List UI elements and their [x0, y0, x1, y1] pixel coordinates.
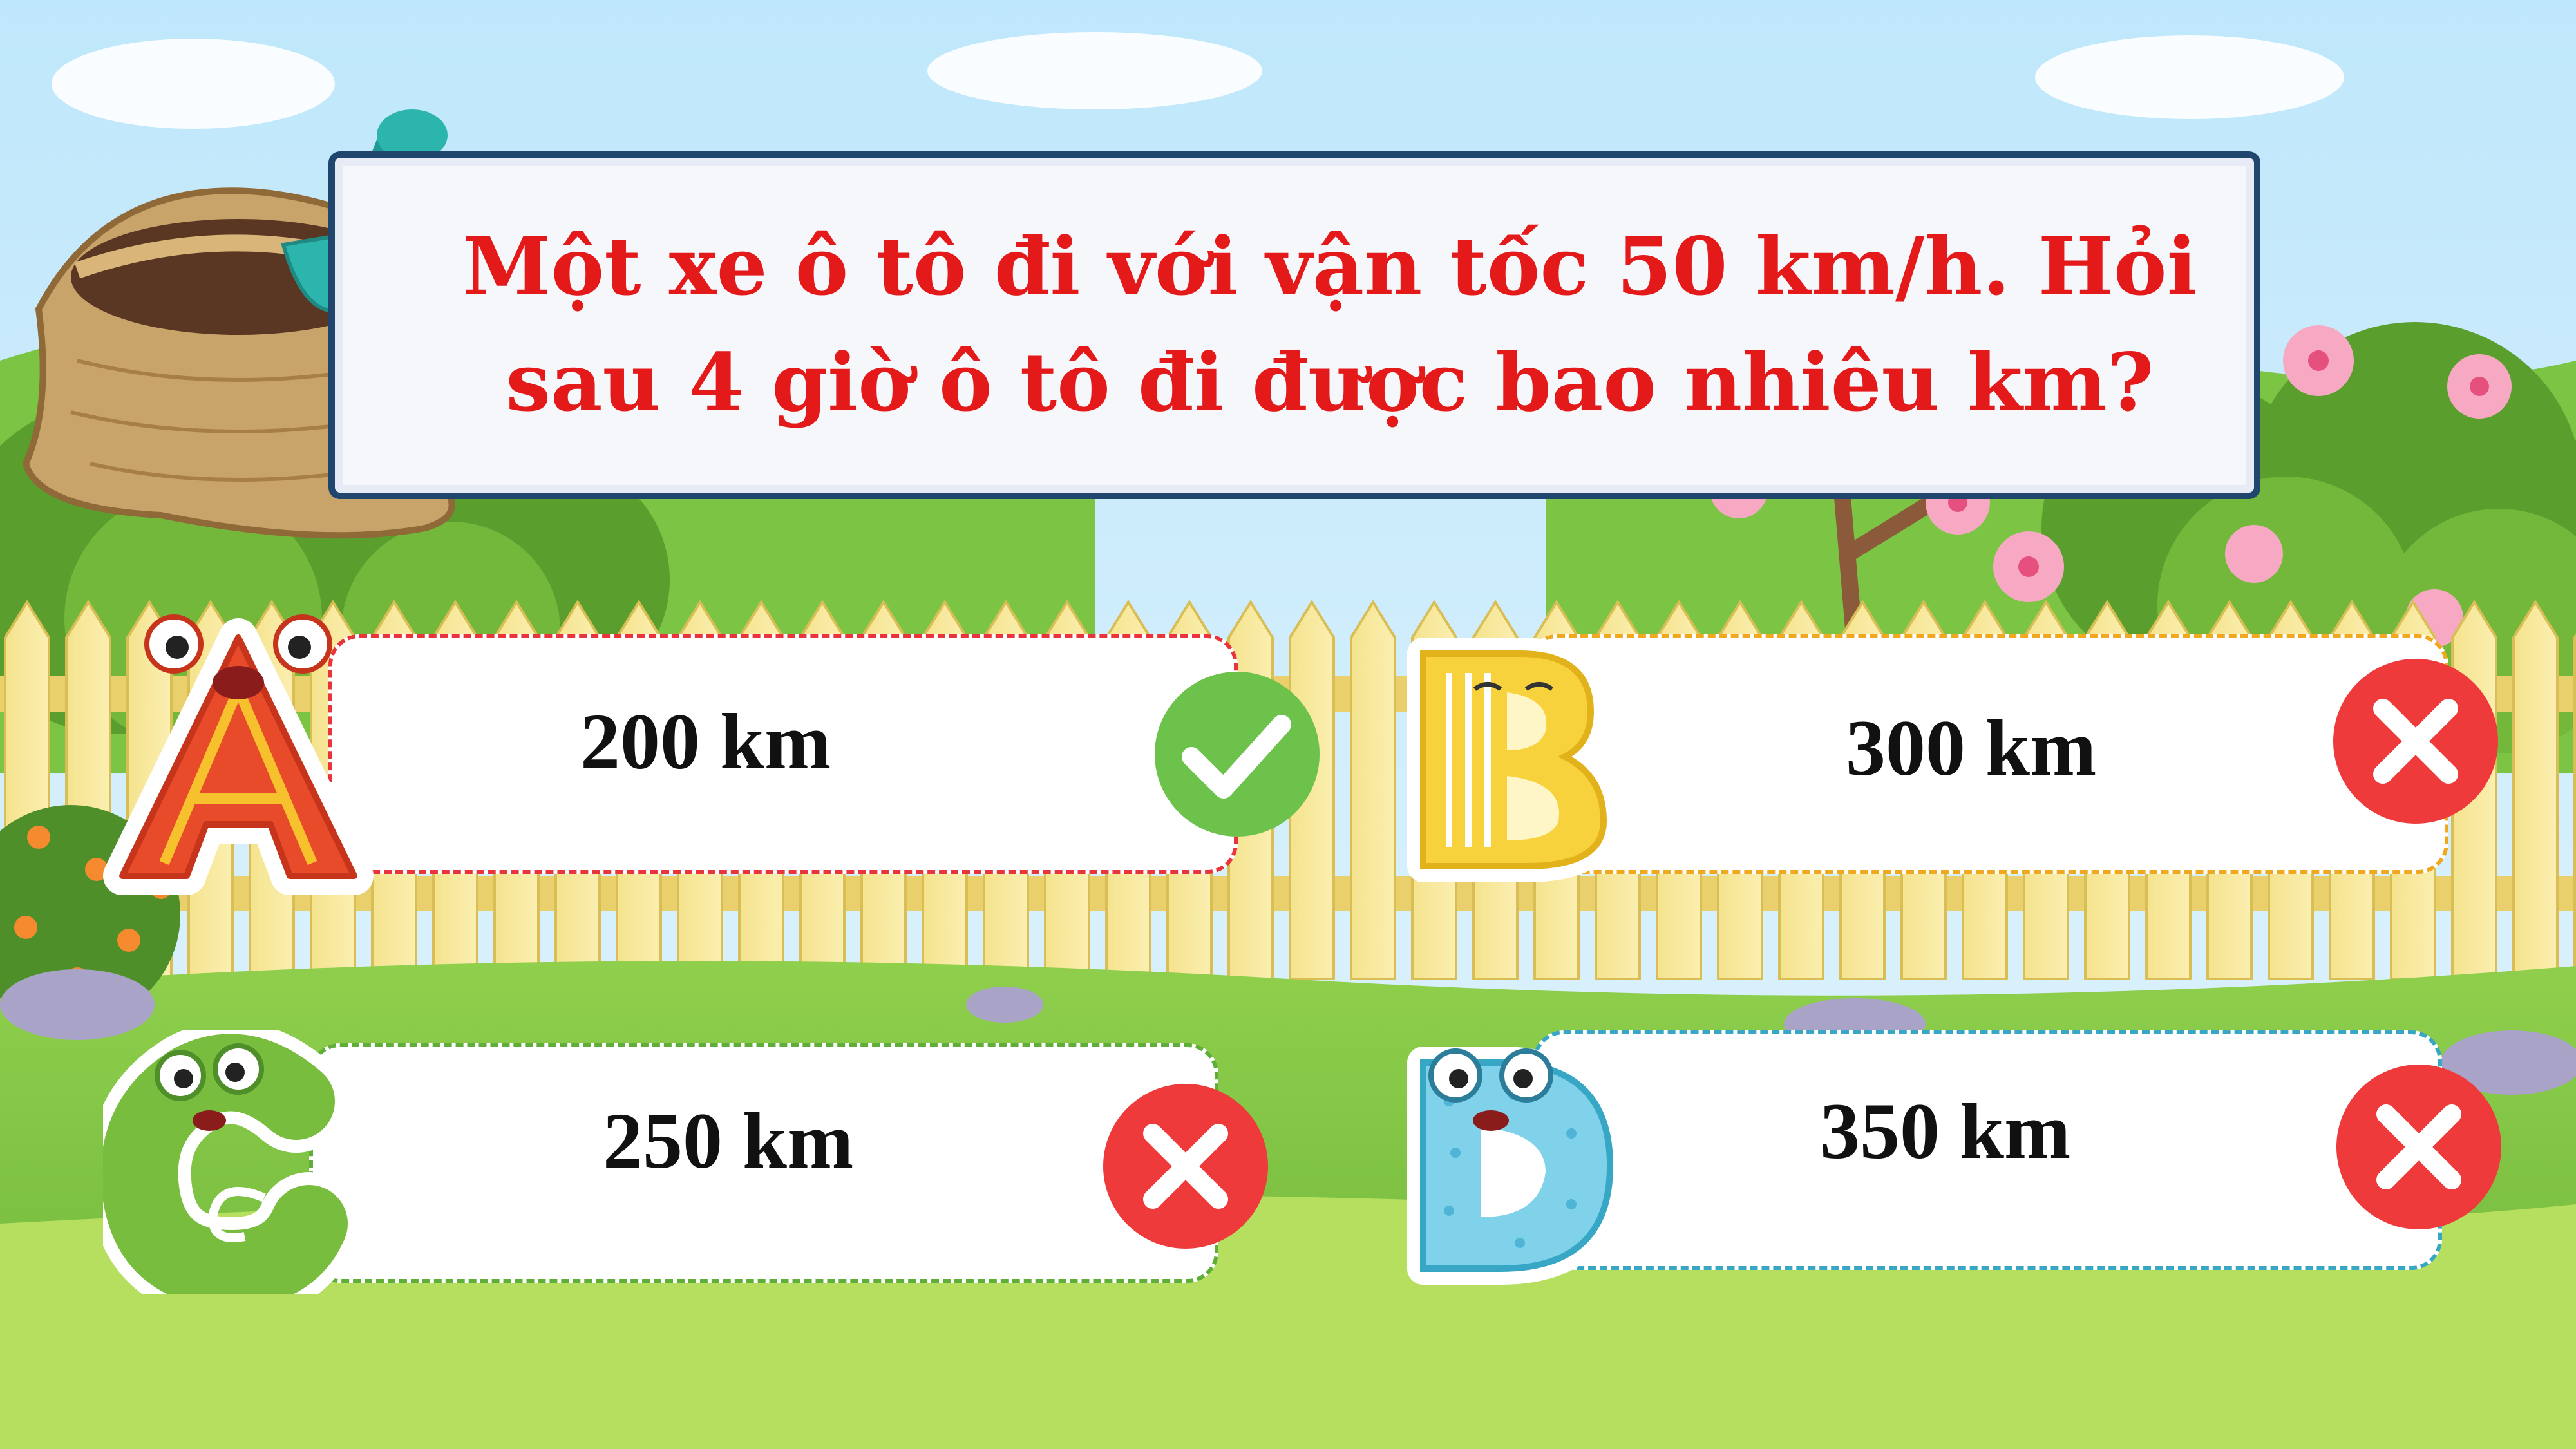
answer-d-text: 350 km: [1820, 1087, 2071, 1175]
answer-b-text: 300 km: [1846, 704, 2097, 792]
wrong-cross-b: [2331, 657, 2500, 826]
check-icon: [1155, 672, 1320, 837]
letter-c-badge: [88, 1021, 361, 1321]
close-icon: [1103, 1084, 1268, 1249]
wrong-cross-d: [2334, 1063, 2503, 1231]
question-text: Một xe ô tô đi với vận tốc 50 km/h. Hỏi …: [460, 209, 2199, 441]
fence-picket: [2512, 600, 2559, 980]
question-line-2: sau 4 giờ ô tô đi được bao nhiêu km?: [506, 336, 2154, 430]
letter-d-badge: [1378, 1024, 1636, 1288]
answer-option-d[interactable]: 350 km: [1533, 1030, 2442, 1270]
close-icon: [2333, 659, 2498, 824]
correct-check-a: [1153, 670, 1321, 838]
letter-b-badge: [1378, 628, 1629, 886]
close-icon: [2336, 1065, 2501, 1229]
question-banner: Một xe ô tô đi với vận tốc 50 km/h. Hỏi …: [328, 151, 2260, 499]
question-line-1: Một xe ô tô đi với vận tốc 50 km/h. Hỏi: [462, 220, 2197, 314]
letter-a-badge: [97, 612, 380, 902]
answer-option-c[interactable]: 250 km: [309, 1043, 1218, 1283]
wrong-cross-c: [1101, 1082, 1270, 1251]
answer-c-text: 250 km: [603, 1097, 854, 1185]
answer-option-b[interactable]: 300 km: [1526, 634, 2448, 874]
answer-option-a[interactable]: 200 km: [328, 634, 1238, 874]
answer-a-text: 200 km: [580, 697, 831, 786]
